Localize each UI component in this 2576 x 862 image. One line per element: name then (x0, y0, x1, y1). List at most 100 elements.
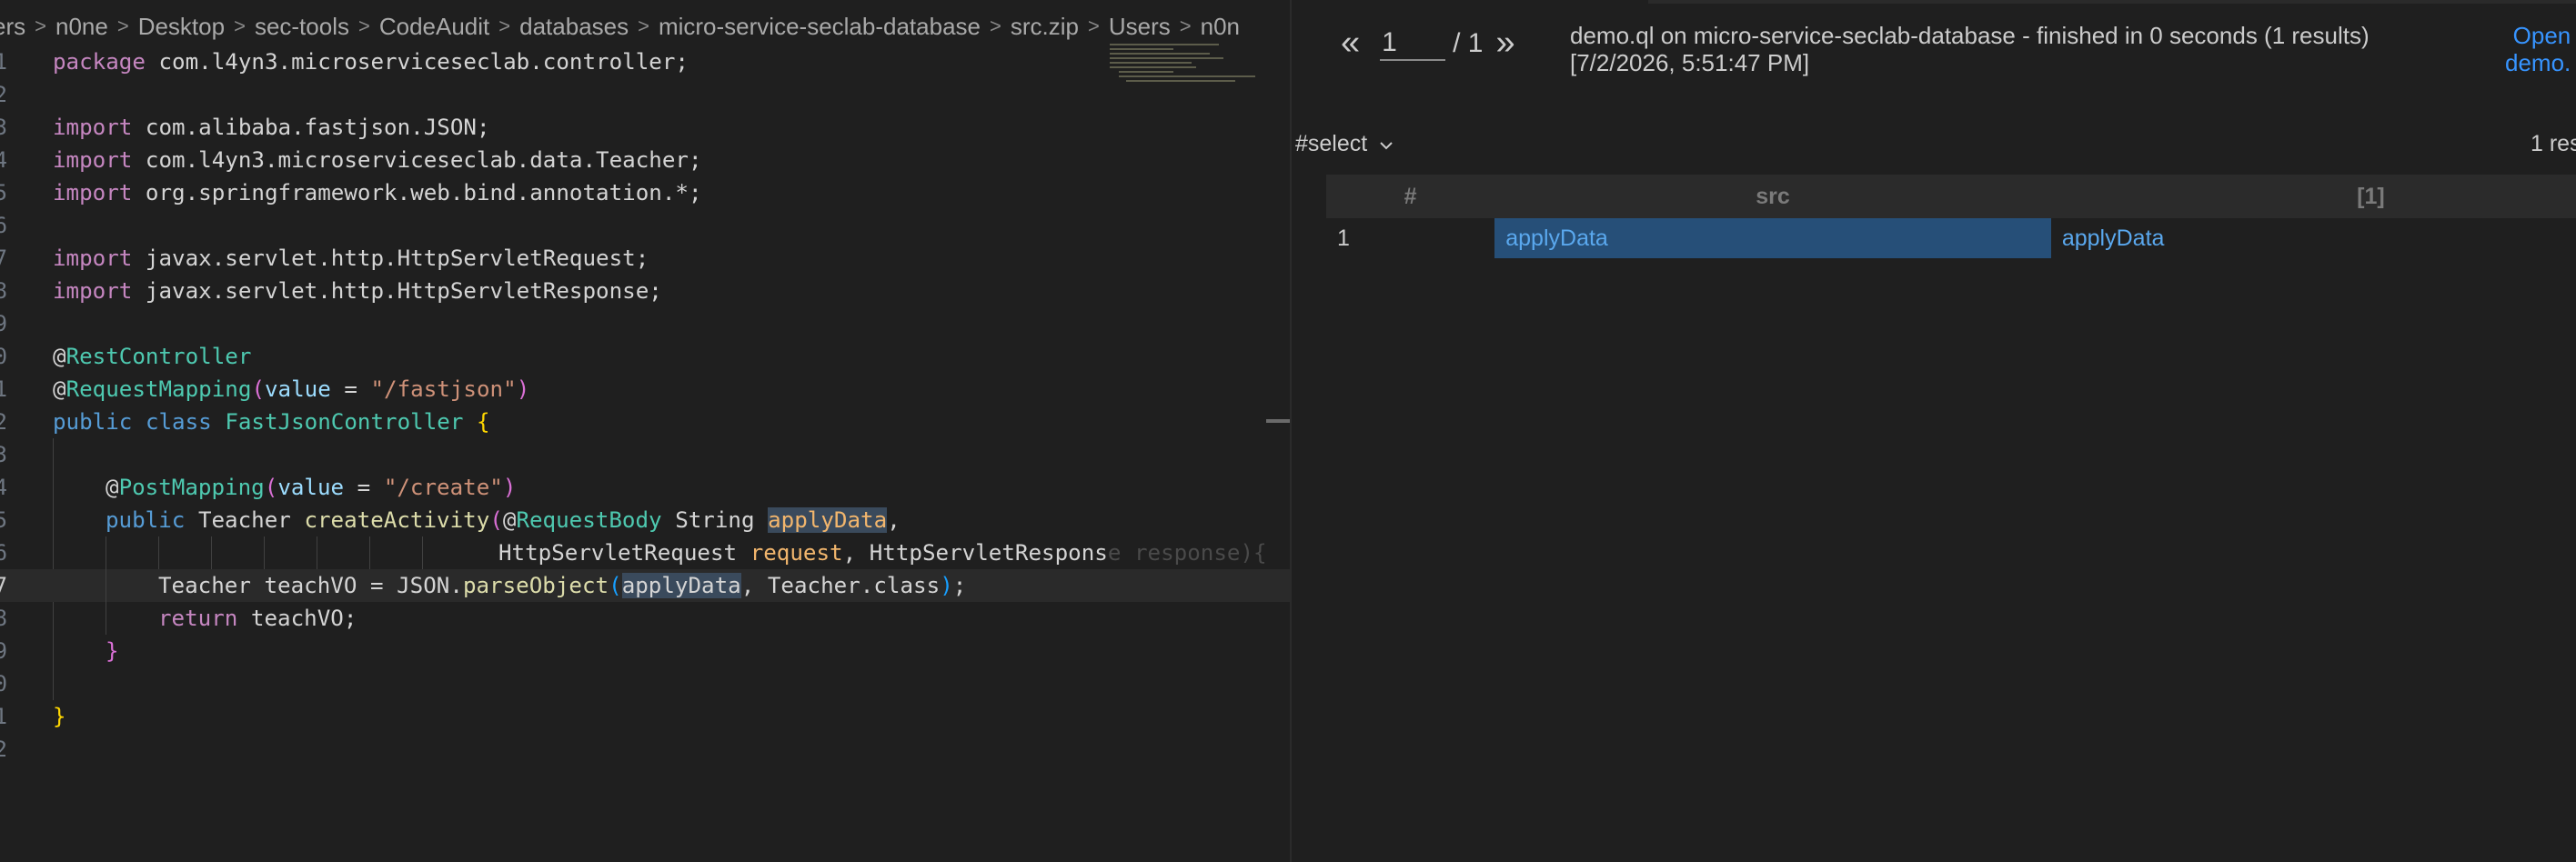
breadcrumb-item[interactable]: databases (519, 13, 629, 41)
code-line[interactable]: 3 (0, 438, 1290, 471)
line-number: 2 (0, 82, 7, 107)
line-number: 5 (0, 180, 7, 205)
code-variable-highlight: applyData (621, 573, 741, 598)
line-number: 8 (0, 278, 7, 304)
code-function: parseObject (462, 573, 609, 598)
code-line[interactable]: 2 public class FastJsonController { (0, 406, 1290, 438)
code-line[interactable]: 9} (0, 635, 1290, 667)
breadcrumb-item[interactable]: sec-tools (255, 13, 349, 41)
line-number: 2 (0, 409, 7, 435)
column-header-src[interactable]: src (1494, 175, 2051, 218)
code-line[interactable]: 1} (0, 700, 1290, 733)
column-header-index[interactable]: # (1326, 175, 1495, 218)
breadcrumb-item[interactable]: ers (0, 13, 25, 41)
code-at: @ (53, 344, 66, 369)
breadcrumb-item[interactable]: Desktop (138, 13, 225, 41)
code-at: @ (53, 376, 66, 402)
col1-link[interactable]: applyData (2062, 226, 2165, 251)
code-text: org.springframework.web.bind.annotation.… (132, 180, 702, 205)
code-string: "/create" (383, 475, 503, 500)
code-line[interactable]: 5 import org.springframework.web.bind.ann… (0, 176, 1290, 209)
breadcrumb-item[interactable]: src.zip (1011, 13, 1079, 41)
code-line[interactable]: 1 package com.l4yn3.microserviceseclab.co… (0, 45, 1290, 78)
code-line[interactable]: 6 HttpServletRequest request, HttpServlet… (0, 536, 1290, 569)
line-number: 2 (0, 737, 7, 762)
code-paren: ( (609, 573, 622, 598)
line-number: 0 (0, 671, 7, 697)
open-query-link[interactable]: Open demo. (2505, 22, 2571, 76)
next-page-button[interactable]: » (1496, 24, 1515, 63)
breadcrumb-item[interactable]: n0ne (55, 13, 108, 41)
code-brace: } (53, 704, 66, 729)
code-keyword: package (53, 49, 146, 75)
line-number: 6 (0, 540, 7, 566)
code-line[interactable]: 4 @PostMapping(value = "/create") (0, 471, 1290, 504)
code-keyword: public (53, 409, 133, 435)
row-index: 1 (1337, 225, 1350, 251)
code-line[interactable]: 5 public Teacher createActivity(@RequestB… (0, 504, 1290, 536)
line-number: 8 (0, 606, 7, 631)
indent-guide (53, 504, 54, 536)
code-type: String (675, 507, 755, 533)
scrollbar-marker[interactable] (1266, 419, 1290, 423)
code-annotation: RequestBody (516, 507, 662, 533)
results-header-strip (1648, 0, 2576, 4)
indent-guide (211, 536, 212, 569)
code-lines[interactable]: 1 package com.l4yn3.microserviceseclab.co… (0, 45, 1290, 766)
code-line[interactable]: 1 @RequestMapping(value = "/fastjson") (0, 373, 1290, 406)
code-keyword: public (106, 507, 186, 533)
pagination: « / 1 » (1341, 24, 1515, 63)
code-line[interactable]: 8 return teachVO; (0, 602, 1290, 635)
code-at: @ (502, 507, 517, 533)
table-header-row: # src [1] (1326, 175, 2576, 218)
code-text: , (842, 540, 870, 566)
minimap[interactable] (1110, 44, 1264, 125)
code-overflow-text: e response){ (1107, 540, 1267, 566)
column-header-1[interactable]: [1] (2050, 175, 2576, 218)
prev-page-button[interactable]: « (1341, 24, 1360, 63)
indent-guide (264, 536, 265, 569)
code-line[interactable]: 7 import javax.servlet.http.HttpServletRe… (0, 242, 1290, 275)
breadcrumb-separator-icon: > (234, 15, 246, 37)
code-line[interactable]: 2 (0, 78, 1290, 111)
indent-guide (53, 536, 54, 569)
code-line[interactable]: 0 @RestController (0, 340, 1290, 373)
src-link[interactable]: applyData (1505, 226, 1608, 251)
open-link-file[interactable]: demo. (2505, 49, 2571, 76)
code-text: com.alibaba.fastjson.JSON; (132, 115, 490, 140)
code-line[interactable]: 6 (0, 209, 1290, 242)
line-number: 5 (0, 507, 7, 533)
result-set-label[interactable]: #select (1295, 131, 1367, 156)
code-param: value (277, 475, 345, 500)
code-type: HttpServletRequest (498, 540, 738, 566)
code-line-current[interactable]: 7 Teacher teachVO = JSON.parseObject(appl… (0, 569, 1290, 602)
line-number: 0 (0, 344, 7, 369)
code-line[interactable]: 2 (0, 733, 1290, 766)
line-number: 9 (0, 638, 7, 664)
line-number: 4 (0, 475, 7, 500)
code-at: @ (106, 475, 119, 500)
table-row[interactable]: 1 applyData applyData (1326, 218, 2576, 258)
breadcrumb-separator-icon: > (357, 15, 370, 37)
breadcrumb-item[interactable]: n0n (1201, 13, 1240, 41)
code-paren: ( (489, 507, 503, 533)
code-line[interactable]: 0 (0, 667, 1290, 700)
code-line[interactable]: 8 import javax.servlet.http.HttpServletRe… (0, 275, 1290, 307)
code-function: createActivity (304, 507, 490, 533)
indent-guide (53, 635, 54, 667)
code-text: = (330, 376, 371, 402)
breadcrumb-separator-icon: > (116, 15, 129, 37)
code-text: = (344, 475, 384, 500)
line-number: 9 (0, 311, 7, 336)
page-number-input[interactable] (1380, 25, 1446, 61)
open-link-label[interactable]: Open (2505, 22, 2571, 49)
indent-guide (158, 536, 159, 569)
code-line[interactable]: 4 import com.l4yn3.microserviceseclab.dat… (0, 144, 1290, 176)
breadcrumb-item[interactable]: micro-service-seclab-database (659, 13, 981, 41)
result-set-select[interactable]: #select (1295, 131, 1394, 157)
code-editor[interactable]: ers > n0ne > Desktop > sec-tools > CodeAudit… (0, 0, 1290, 862)
code-line[interactable]: 9 (0, 307, 1290, 340)
breadcrumb-item[interactable]: Users (1109, 13, 1171, 41)
code-line[interactable]: 3 import com.alibaba.fastjson.JSON; (0, 111, 1290, 144)
breadcrumb-item[interactable]: CodeAudit (379, 13, 489, 41)
